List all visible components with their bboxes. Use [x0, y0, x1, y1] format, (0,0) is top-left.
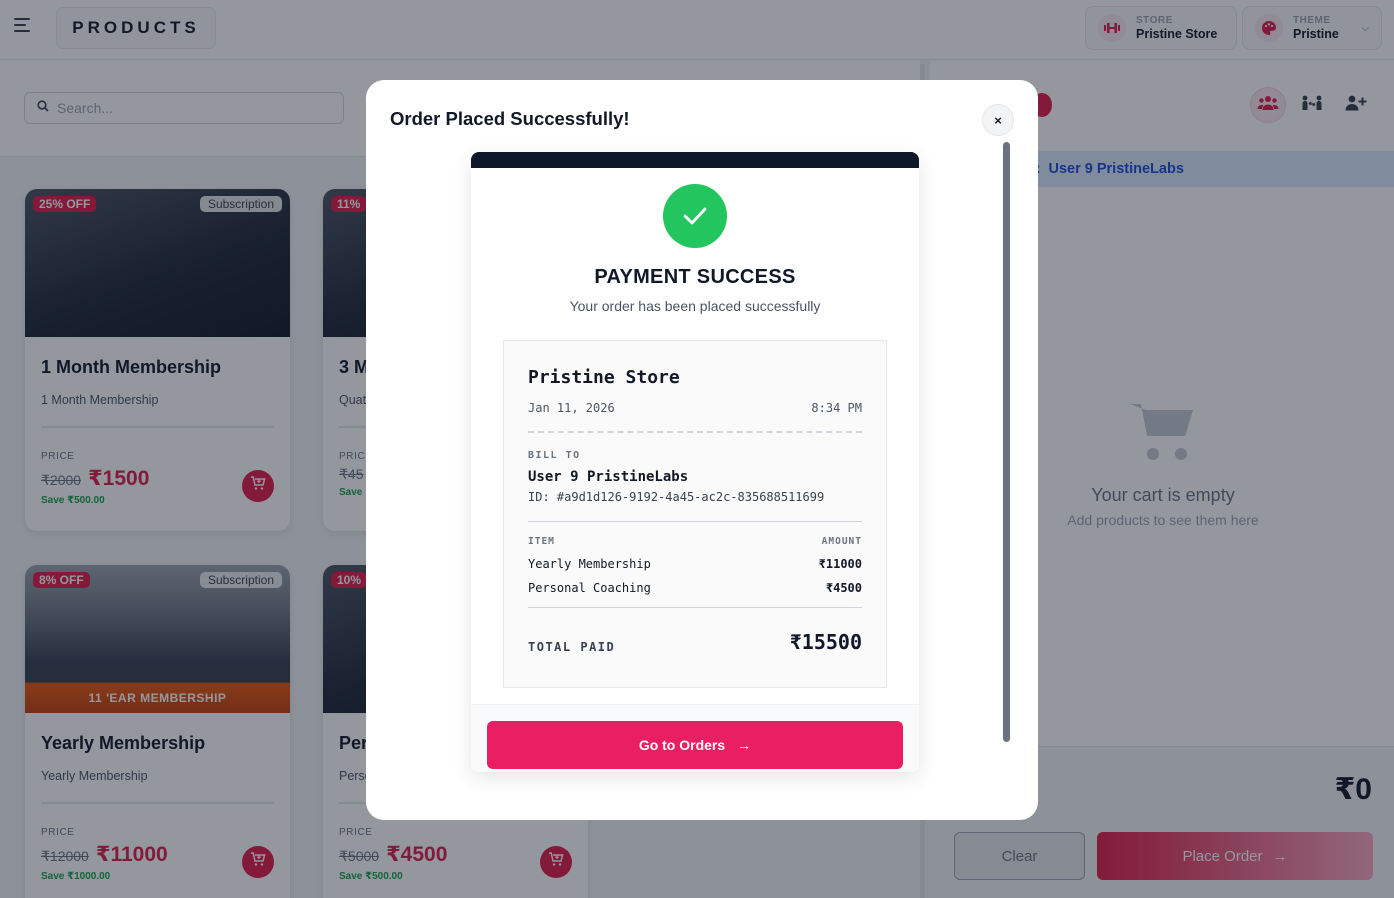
receipt-customer-id: ID: #a9d1d126-9192-4a45-ac2c-83568851169… [528, 490, 825, 504]
close-button[interactable]: × [982, 104, 1014, 136]
receipt-top-band [471, 152, 919, 168]
item-header: ITEM [528, 536, 555, 547]
line-item-name: Personal Coaching [528, 581, 651, 595]
total-paid-label: TOTAL PAID [528, 640, 616, 654]
arrow-right-icon: → [737, 737, 752, 753]
modal-scrollbar[interactable] [1003, 142, 1010, 742]
amount-header: AMOUNT [821, 536, 862, 547]
receipt-store-name: Pristine Store [528, 367, 680, 388]
receipt-card: PAYMENT SUCCESS Your order has been plac… [471, 152, 919, 772]
divider [528, 607, 862, 608]
total-paid-value: ₹15500 [789, 630, 862, 654]
receipt-customer: User 9 PristineLabs [528, 469, 689, 485]
receipt-line-item: Personal Coaching ₹4500 [528, 581, 862, 595]
close-icon: × [994, 112, 1002, 128]
line-item-name: Yearly Membership [528, 557, 651, 571]
go-to-orders-label: Go to Orders [638, 737, 726, 753]
bill-to-label: BILL TO [528, 450, 581, 461]
receipt-time: 8:34 PM [811, 401, 862, 415]
line-item-amount: ₹11000 [818, 557, 862, 571]
order-success-modal: Order Placed Successfully! × PAYMENT SUC… [366, 80, 1038, 820]
go-to-orders-button[interactable]: Go to Orders → [487, 721, 903, 769]
check-icon [663, 184, 727, 248]
dashed-divider [528, 431, 862, 433]
line-item-amount: ₹4500 [825, 581, 862, 595]
success-title: PAYMENT SUCCESS [594, 266, 796, 288]
success-subtitle: Your order has been placed successfully [569, 298, 821, 314]
divider [528, 521, 862, 522]
receipt-date: Jan 11, 2026 [528, 401, 615, 415]
receipt-line-item: Yearly Membership ₹11000 [528, 557, 862, 571]
receipt-footer: Go to Orders → [471, 704, 919, 772]
receipt-slip: Pristine Store Jan 11, 2026 8:34 PM BILL… [503, 340, 887, 688]
modal-title: Order Placed Successfully! [390, 108, 630, 129]
